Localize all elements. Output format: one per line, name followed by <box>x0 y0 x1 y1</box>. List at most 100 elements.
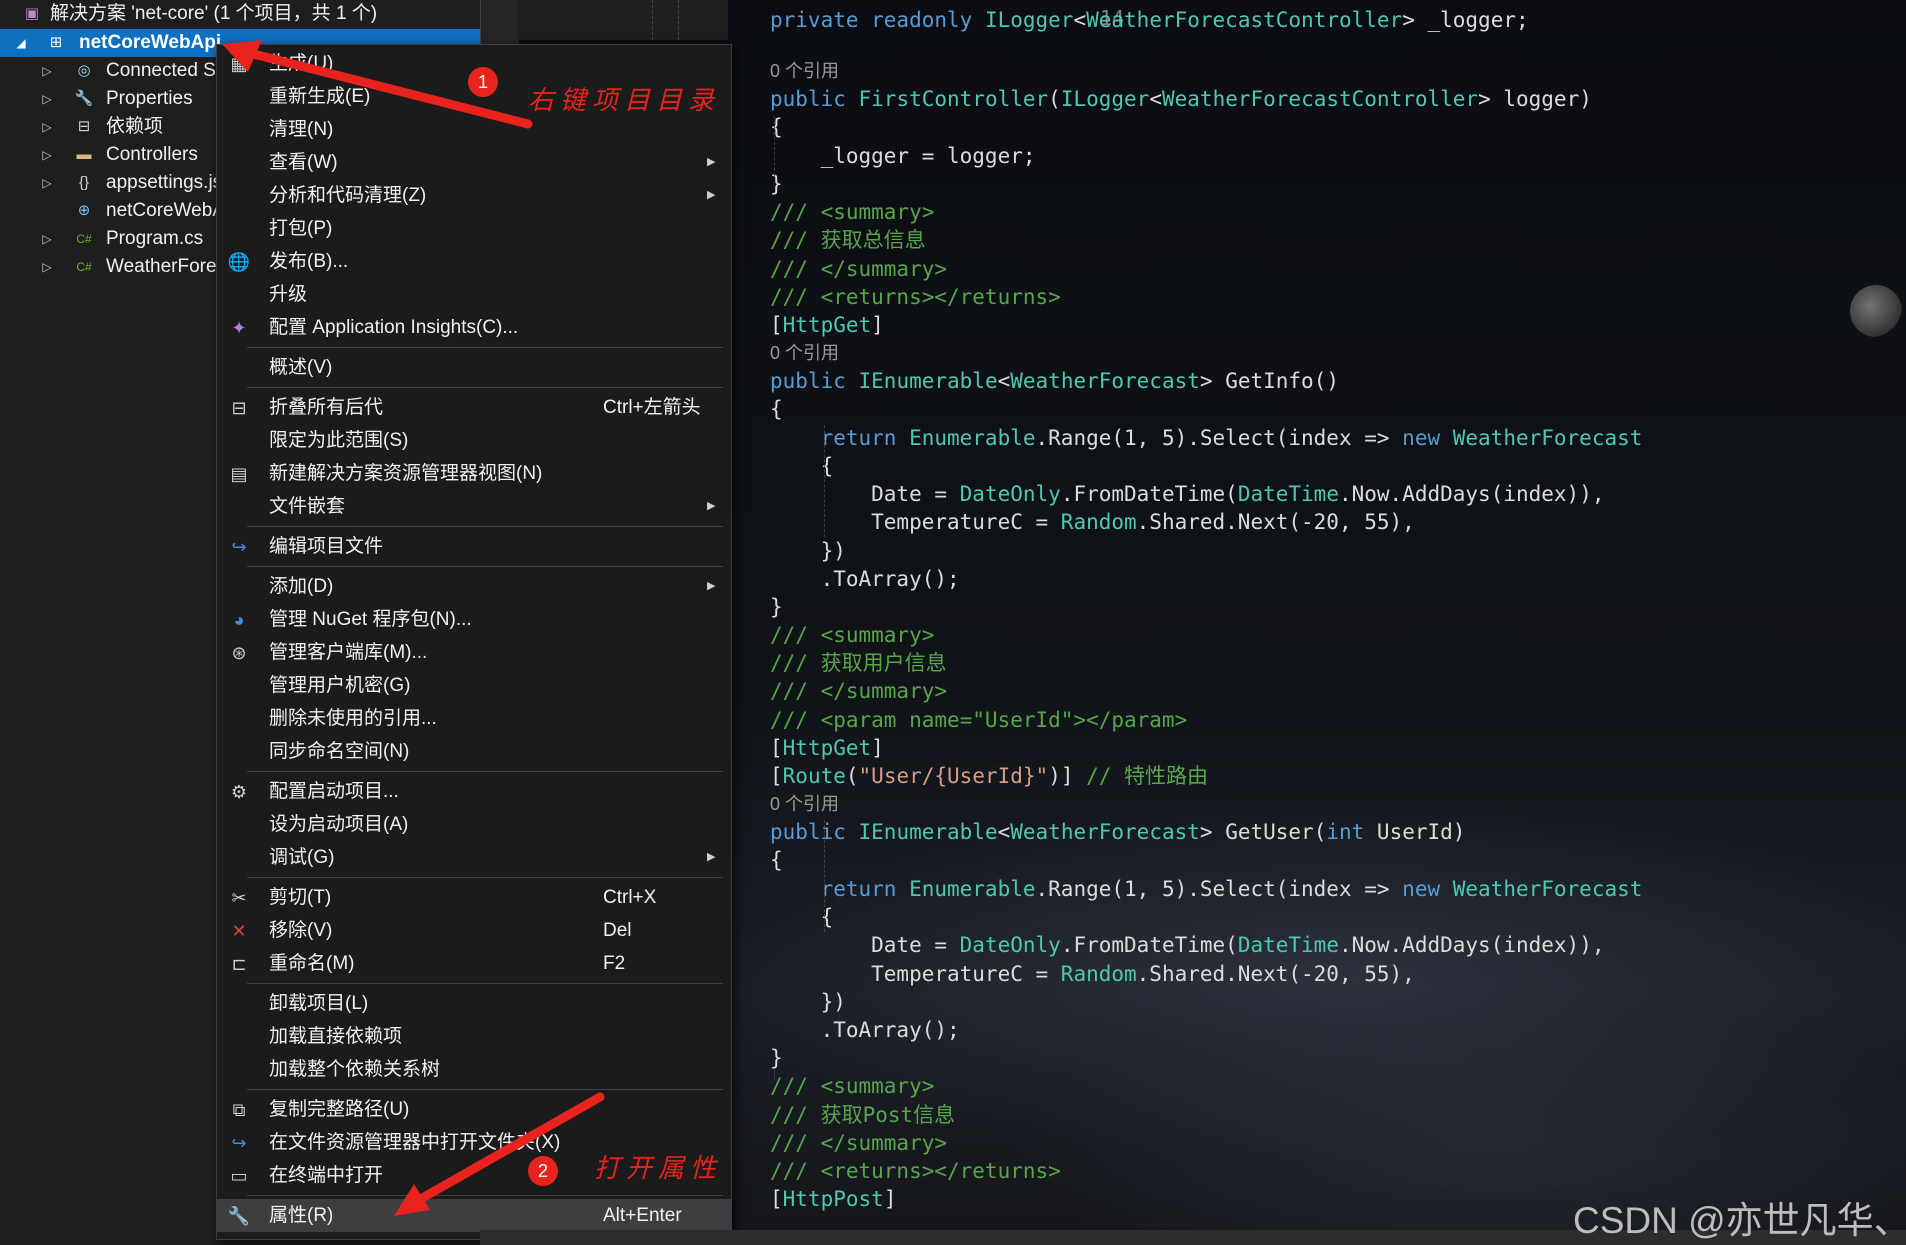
expand-triangle-icon[interactable]: ▷ <box>40 225 54 253</box>
code-token: /// </summary> <box>770 257 948 281</box>
menu-item[interactable]: 调试(G) ▶ <box>217 841 731 874</box>
code-token: HttpGet <box>782 736 872 760</box>
code-token: { <box>770 115 783 139</box>
menu-item[interactable]: 卸载项目(L) <box>217 987 731 1020</box>
menu-item[interactable]: ⊟ 折叠所有后代 Ctrl+左箭头 <box>217 391 731 424</box>
solution-root[interactable]: ▣ 解决方案 'net-core' (1 个项目，共 1 个) <box>0 0 480 28</box>
code-token: /// </summary> <box>770 1131 948 1155</box>
code-token: /// 获取用户信息 <box>770 651 947 675</box>
menu-item[interactable]: ◕ 管理 NuGet 程序包(N)... <box>217 603 731 636</box>
csharp-file-icon: C# <box>76 260 92 274</box>
code-token: WeatherForecast <box>1452 877 1643 901</box>
code-line: _logger = logger; <box>770 142 1036 170</box>
menu-item-label: 折叠所有后代 <box>269 397 384 418</box>
menu-item[interactable]: 升级 <box>217 278 731 311</box>
menu-item-shortcut: Alt+Enter <box>603 1205 682 1226</box>
menu-item[interactable]: ⊏ 重命名(M) F2 <box>217 947 731 980</box>
submenu-arrow-icon: ▶ <box>707 851 716 863</box>
menu-item[interactable]: 加载直接依赖项 <box>217 1020 731 1053</box>
expand-triangle-icon[interactable]: ▷ <box>40 141 54 169</box>
connected-services-icon: ◎ <box>77 62 91 79</box>
code-token: DateOnly <box>959 482 1061 506</box>
menu-item[interactable]: 管理用户机密(G) <box>217 669 731 702</box>
menu-item[interactable]: 加载整个依赖关系树 <box>217 1053 731 1086</box>
reference-count-lens[interactable]: 0 个引用 <box>770 339 839 367</box>
code-token: ILogger <box>1060 87 1150 111</box>
menu-item[interactable]: 🌐 发布(B)... <box>217 245 731 278</box>
menu-item-label: 清理(N) <box>269 119 334 140</box>
code-token: TemperatureC = <box>770 510 1061 534</box>
menu-item[interactable]: 删除未使用的引用... <box>217 702 731 735</box>
menu-item[interactable]: ▤ 新建解决方案资源管理器视图(N) <box>217 457 731 490</box>
expand-triangle-icon[interactable]: ▷ <box>40 113 54 141</box>
code-line: }) <box>770 537 846 565</box>
menu-item[interactable]: ✂ 剪切(T) Ctrl+X <box>217 881 731 914</box>
menu-item-label: 限定为此范围(S) <box>269 430 409 451</box>
code-token: < <box>997 369 1011 393</box>
menu-item[interactable]: 分析和代码清理(Z) ▶ <box>217 179 731 212</box>
gutter-line <box>652 0 653 40</box>
code-token: Random <box>1060 962 1137 986</box>
code-line: /// <returns></returns> <box>770 1157 1061 1185</box>
code-token: }) <box>770 990 846 1014</box>
code-token: .FromDateTime( <box>1060 482 1238 506</box>
menu-item[interactable]: 概述(V) <box>217 351 731 384</box>
menu-item-shortcut: Ctrl+X <box>603 887 657 908</box>
menu-item-label: 移除(V) <box>269 920 333 941</box>
indent-guide <box>824 820 825 932</box>
code-line: /// <param name="UserId"></param> <box>770 706 1187 734</box>
collapse-triangle-icon[interactable]: ◢ <box>14 29 28 57</box>
code-line: TemperatureC = Random.Shared.Next(-20, 5… <box>770 960 1415 988</box>
menu-item[interactable]: 查看(W) ▶ <box>217 146 731 179</box>
properties-icon: 🔧 <box>74 90 94 107</box>
code-token: < <box>1149 87 1162 111</box>
code-token: /// <param name="UserId"></param> <box>770 708 1188 732</box>
menu-item[interactable]: ✦ 配置 Application Insights(C)... <box>217 311 731 344</box>
menu-item[interactable]: 打包(P) <box>217 212 731 245</box>
code-token: .Now.AddDays(index)), <box>1338 933 1605 957</box>
code-editor[interactable]: private readonly ILogger<WeatherForecast… <box>770 0 1906 1245</box>
expand-triangle-icon[interactable]: ▷ <box>40 57 54 85</box>
code-token: } <box>770 172 783 196</box>
code-token: WeatherForecastController <box>1162 87 1479 111</box>
editor-gutter: 14 <box>518 0 1124 40</box>
menu-item[interactable]: 限定为此范围(S) <box>217 424 731 457</box>
code-token: WeatherForecast <box>1010 820 1200 844</box>
code-token: < <box>1073 8 1087 32</box>
code-line: public IEnumerable<WeatherForecast> GetI… <box>770 367 1339 395</box>
menu-item[interactable]: 设为启动项目(A) <box>217 808 731 841</box>
csdn-watermark: CSDN @亦世凡华、 <box>1573 1200 1906 1241</box>
menu-item[interactable]: ↪ 编辑项目文件 <box>217 530 731 563</box>
collapse-icon: ⊟ <box>231 398 247 418</box>
menu-item[interactable]: ⧉ 复制完整路径(U) <box>217 1093 731 1126</box>
menu-item[interactable]: ⚙ 配置启动项目... <box>217 775 731 808</box>
menu-item[interactable]: 添加(D) ▶ <box>217 570 731 603</box>
menu-item-label: 管理 NuGet 程序包(N)... <box>269 609 472 630</box>
publish-globe-icon: 🌐 <box>227 252 251 272</box>
menu-item[interactable]: ✕ 移除(V) Del <box>217 914 731 947</box>
menu-item-label: 删除未使用的引用... <box>269 708 437 729</box>
remove-x-icon: ✕ <box>231 921 247 941</box>
menu-item[interactable]: 同步命名空间(N) <box>217 735 731 768</box>
submenu-arrow-icon: ▶ <box>707 189 716 201</box>
code-token: ( <box>1048 87 1061 111</box>
menu-item[interactable]: ⊛ 管理客户端库(M)... <box>217 636 731 669</box>
reference-count-text: 0 个引用 <box>770 61 840 81</box>
menu-separator <box>247 566 723 567</box>
code-token: } <box>770 595 783 619</box>
menu-item[interactable]: 文件嵌套 ▶ <box>217 490 731 523</box>
menu-item[interactable]: 🔧 属性(R) Alt+Enter <box>217 1199 731 1232</box>
menu-item[interactable]: 清理(N) <box>217 113 731 146</box>
reference-count-lens[interactable]: 0 个引用 <box>770 790 839 818</box>
menu-item-shortcut: Ctrl+左箭头 <box>603 397 701 418</box>
reference-count-lens[interactable]: 0 个引用 <box>770 57 839 85</box>
submenu-arrow-icon: ▶ <box>707 156 716 168</box>
menu-item-shortcut: F2 <box>603 953 626 974</box>
expand-triangle-icon[interactable]: ▷ <box>40 253 54 281</box>
code-token: public <box>770 369 859 393</box>
expand-triangle-icon[interactable]: ▷ <box>40 85 54 113</box>
gutter-line <box>678 0 679 40</box>
code-token: .Shared.Next(-20, 55), <box>1136 510 1415 534</box>
annotation-note-1: 右键项目目录 <box>528 86 721 116</box>
expand-triangle-icon[interactable]: ▷ <box>40 169 54 197</box>
